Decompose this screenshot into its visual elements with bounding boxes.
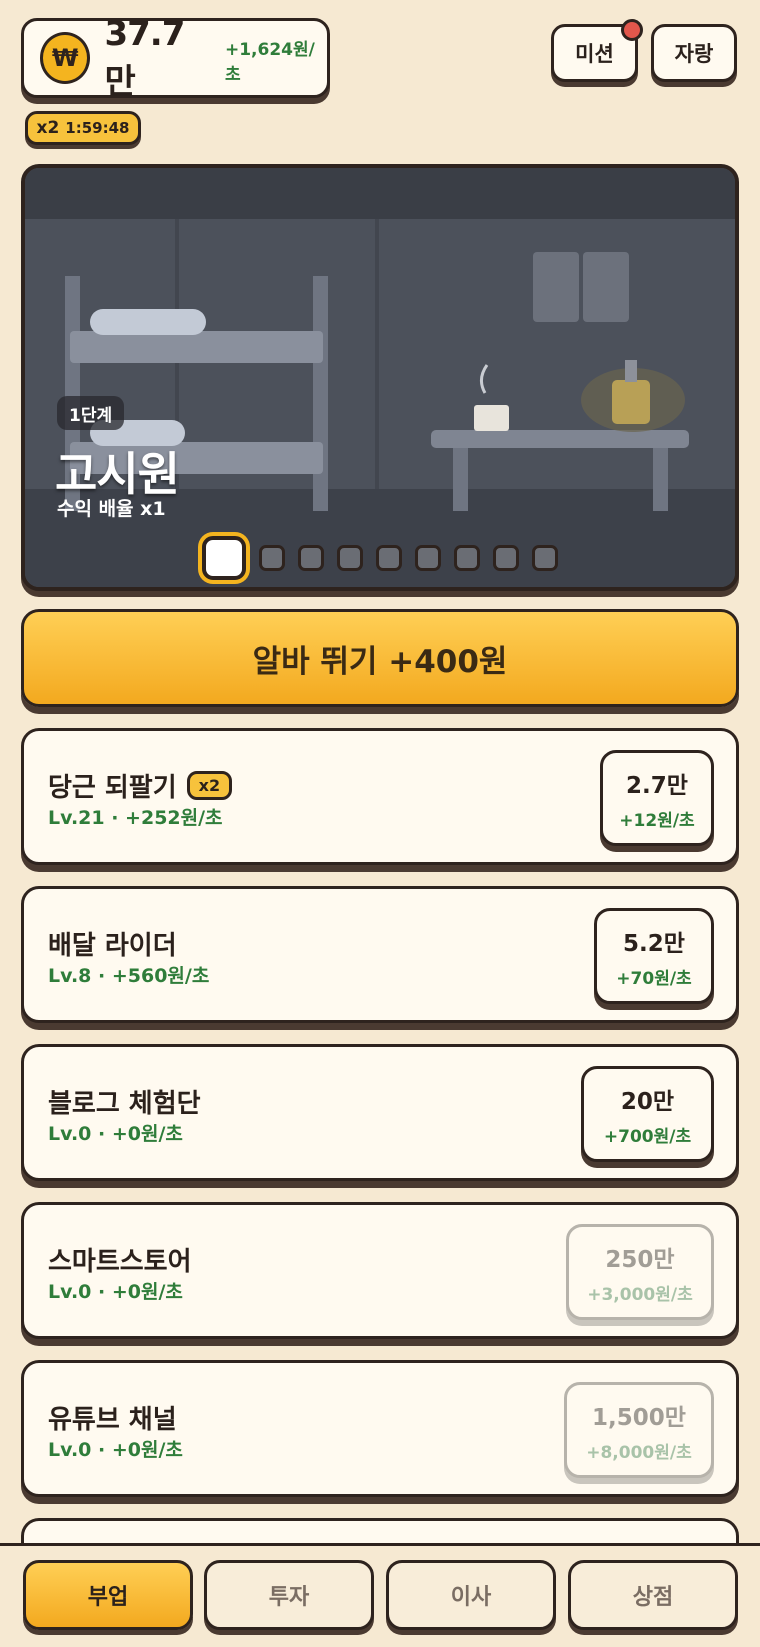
upgrade-button[interactable]: 250만 +3,000원/초 [566,1224,714,1320]
job-title: 당근 되팔기 x2 [48,767,233,804]
upgrade-cost: 1,500만 [592,1404,686,1431]
job-stats: Lv.0 · +0원/초 [48,1281,183,1303]
tab-shop[interactable]: 상점 [568,1560,738,1630]
upgrade-gain: +70원/초 [616,968,692,989]
job-row: 배달 라이더 Lv.8 · +560원/초 5.2만 +70원/초 [21,886,739,1023]
upgrade-gain: +700원/초 [603,1126,692,1147]
job-boost-badge: x2 [186,771,233,800]
notification-dot [621,19,643,41]
job-title: 유튜브 채널 [48,1399,177,1436]
upgrade-gain: +12원/초 [619,810,695,831]
job-title: 블로그 체험단 [48,1083,201,1120]
balance-amount: 37.7만 [104,13,185,102]
stage-dot-1[interactable] [202,536,246,580]
upgrade-cost: 250만 [605,1246,675,1273]
boost-timer: 1:59:48 [65,119,130,137]
job-stats: Lv.8 · +560원/초 [48,965,210,987]
job-title: 배달 라이더 [48,925,177,962]
boost-multiplier: x2 [36,118,60,138]
upgrade-button[interactable]: 1,500만 +8,000원/초 [564,1382,714,1478]
upgrade-button[interactable]: 5.2만 +70원/초 [594,908,714,1004]
job-row: 스마트스토어 Lv.0 · +0원/초 250만 +3,000원/초 [21,1202,739,1339]
upgrade-gain: +8,000원/초 [586,1442,692,1463]
room-illustration [25,168,735,587]
job-row: 유튜브 채널 Lv.0 · +0원/초 1,500만 +8,000원/초 [21,1360,739,1497]
mission-button[interactable]: 미션 [551,19,643,82]
stage-dot-5[interactable] [376,545,402,571]
stage-multiplier: 수익 배율 x1 [57,498,166,520]
job-name: 스마트스토어 [48,1247,192,1277]
stage-dot-4[interactable] [337,545,363,571]
job-row: 블로그 체험단 Lv.0 · +0원/초 20만 +700원/초 [21,1044,739,1181]
upgrade-gain: +3,000원/초 [587,1284,693,1305]
stage-dot-7[interactable] [454,545,480,571]
upgrade-button[interactable]: 20만 +700원/초 [581,1066,714,1162]
tab-side-job[interactable]: 부업 [23,1560,193,1630]
stage-dot-2[interactable] [259,545,285,571]
tab-move[interactable]: 이사 [386,1560,556,1630]
tab-invest[interactable]: 투자 [204,1560,374,1630]
balance-panel: ₩ 37.7만 +1,624원/초 [21,14,330,102]
stage-level-label: 1단계 [57,396,125,430]
job-title: 스마트스토어 [48,1241,192,1278]
coin-icon: ₩ [40,32,91,84]
stage-dot-8[interactable] [493,545,519,571]
stage-scene: 1단계 고시원 수익 배율 x1 [21,164,739,591]
stage-pager [25,536,735,580]
work-button[interactable]: 알바 뛰기 +400원 [21,609,739,707]
job-row: 당근 되팔기 x2 Lv.21 · +252원/초 2.7만 +12원/초 [21,728,739,865]
job-name: 블로그 체험단 [48,1089,201,1119]
job-stats: Lv.21 · +252원/초 [48,807,223,829]
upgrade-cost: 2.7만 [626,772,688,799]
upgrade-button[interactable]: 2.7만 +12원/초 [600,750,714,846]
job-name: 유튜브 채널 [48,1405,177,1435]
stage-dot-9[interactable] [532,545,558,571]
job-stats: Lv.0 · +0원/초 [48,1123,183,1145]
job-name: 배달 라이더 [48,931,177,961]
mission-button-label: 미션 [575,42,614,66]
stage-dot-3[interactable] [298,545,324,571]
boost-badge: x2 1:59:48 [25,111,141,145]
brag-button-label: 자랑 [674,42,714,66]
stage-dot-6[interactable] [415,545,441,571]
job-stats: Lv.0 · +0원/초 [48,1439,183,1461]
upgrade-cost: 20만 [620,1088,675,1115]
job-name: 당근 되팔기 [48,773,177,803]
bottom-nav: 부업 투자 이사 상점 [0,1543,760,1647]
upgrade-cost: 5.2만 [623,930,685,957]
income-rate: +1,624원/초 [224,40,315,85]
brag-button[interactable]: 자랑 [651,24,737,82]
